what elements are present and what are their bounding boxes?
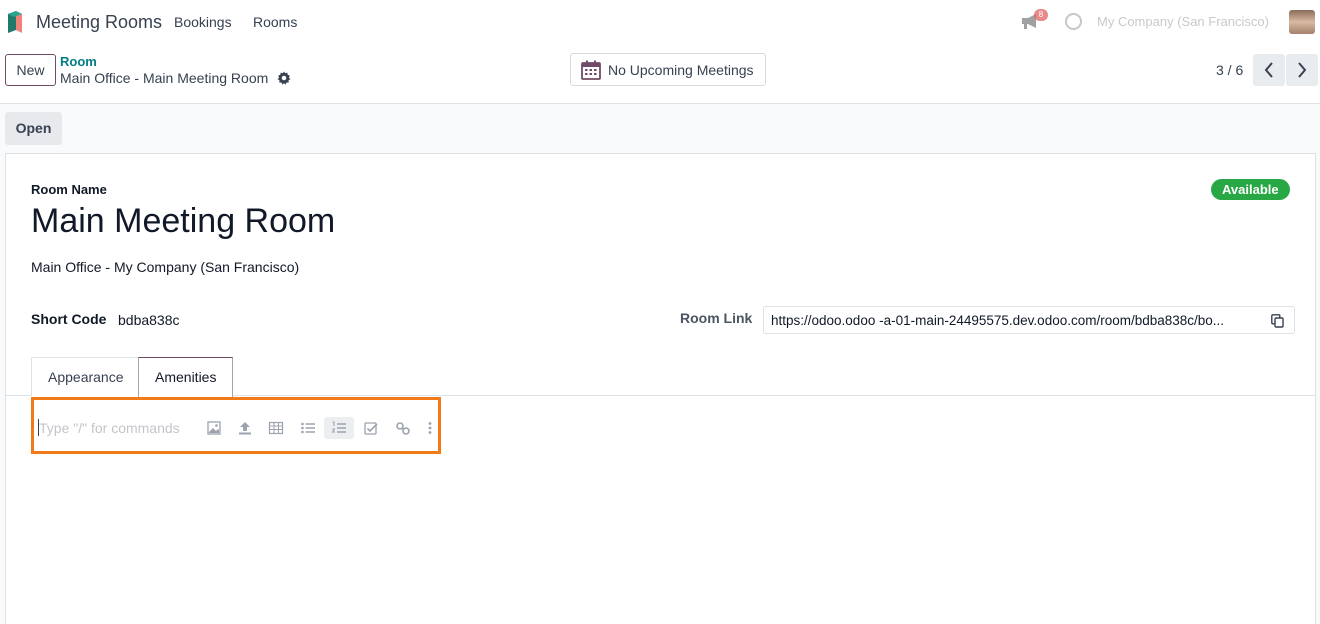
room-link-value: https://odoo.odoo -a-01-main-24495575.de… — [771, 312, 1225, 328]
gear-icon[interactable] — [277, 71, 291, 85]
copy-icon[interactable] — [1271, 314, 1284, 328]
chevron-left-icon — [1264, 62, 1273, 78]
breadcrumb-current: Main Office - Main Meeting Room — [60, 70, 269, 86]
amenities-editor[interactable]: Type "/" for commands — [31, 397, 441, 454]
breadcrumb-room[interactable]: Room — [60, 54, 97, 69]
short-code-field[interactable]: bdba838c — [118, 312, 180, 328]
menu-bookings[interactable]: Bookings — [174, 14, 232, 30]
chevron-right-icon — [1298, 62, 1307, 78]
room-link-field[interactable]: https://odoo.odoo -a-01-main-24495575.de… — [763, 306, 1295, 334]
editor-placeholder: Type "/" for commands — [39, 420, 180, 436]
top-navbar: Meeting Rooms Bookings Rooms 8 My Compan… — [0, 0, 1320, 44]
calendar-icon — [581, 60, 601, 80]
link-icon[interactable] — [395, 420, 411, 436]
new-button[interactable]: New — [5, 54, 56, 86]
pager-value[interactable]: 3 / 6 — [1216, 62, 1243, 78]
activity-clock-icon[interactable] — [1065, 13, 1082, 30]
room-name-label: Room Name — [31, 182, 107, 197]
form-sheet: Room Name Main Meeting Room Main Office … — [5, 153, 1316, 624]
room-location-field[interactable]: Main Office - My Company (San Francisco) — [31, 259, 299, 275]
table-icon[interactable] — [268, 420, 284, 436]
menu-rooms[interactable]: Rooms — [253, 14, 297, 30]
bullet-list-icon[interactable] — [300, 420, 316, 436]
numbered-list-icon[interactable] — [331, 420, 347, 436]
room-name-field[interactable]: Main Meeting Room — [31, 202, 335, 241]
user-avatar[interactable] — [1289, 10, 1315, 34]
app-title[interactable]: Meeting Rooms — [36, 12, 162, 33]
short-code-label: Short Code — [31, 311, 107, 327]
control-panel: New Room Main Office - Main Meeting Room… — [0, 44, 1320, 104]
room-link-label: Room Link — [680, 310, 753, 326]
meeting-rooms-app-icon[interactable] — [6, 10, 24, 34]
pager-next-button[interactable] — [1286, 54, 1318, 86]
notification-badge: 8 — [1034, 9, 1048, 21]
company-switcher[interactable]: My Company (San Francisco) — [1097, 14, 1269, 29]
image-icon[interactable] — [206, 420, 222, 436]
tab-amenities[interactable]: Amenities — [138, 357, 234, 397]
upcoming-meetings-label: No Upcoming Meetings — [608, 61, 754, 78]
open-button[interactable]: Open — [5, 112, 62, 145]
tab-appearance[interactable]: Appearance — [31, 357, 141, 396]
status-badge: Available — [1211, 179, 1290, 200]
upload-icon[interactable] — [237, 420, 253, 436]
checklist-icon[interactable] — [363, 420, 379, 436]
pager-previous-button[interactable] — [1253, 54, 1285, 86]
more-icon[interactable] — [422, 420, 438, 436]
upcoming-meetings-button[interactable]: No Upcoming Meetings — [570, 53, 766, 86]
